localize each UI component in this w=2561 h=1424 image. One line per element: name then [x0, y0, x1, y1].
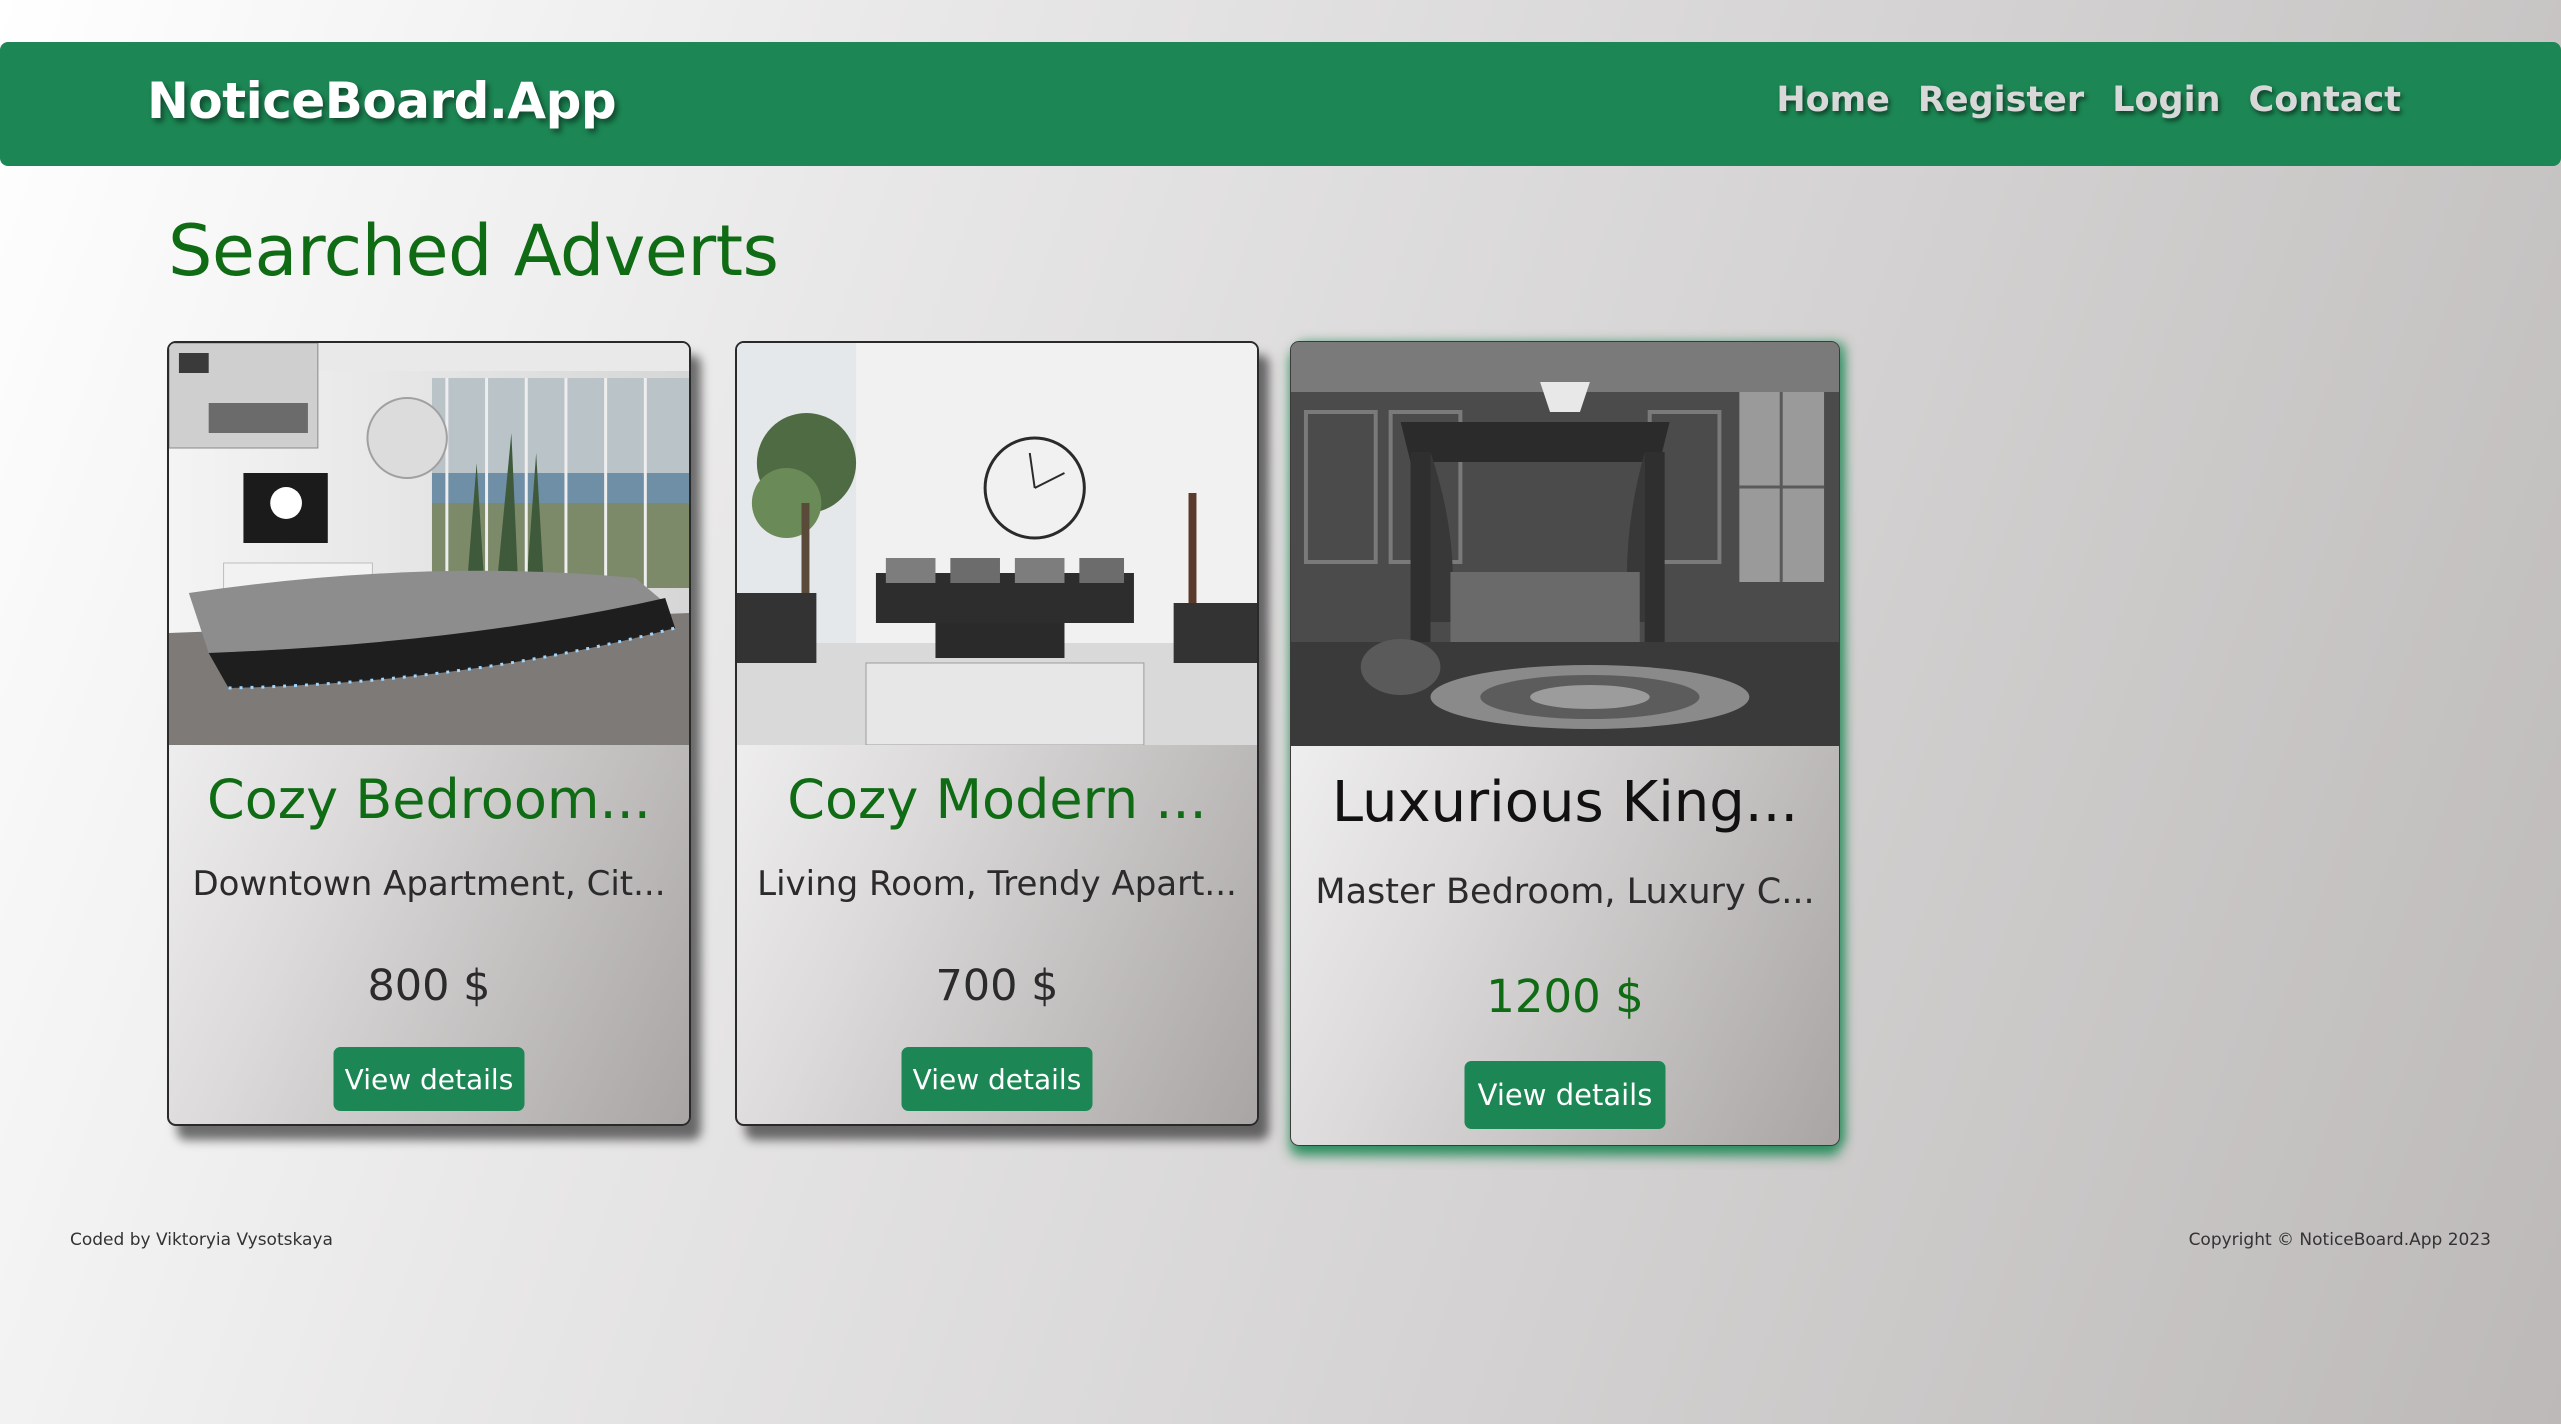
nav-link-login[interactable]: Login [2112, 80, 2220, 120]
advert-image-bedroom[interactable] [169, 343, 689, 745]
footer-copyright: Copyright © NoticeBoard.App 2023 [2188, 1230, 2491, 1250]
advert-price: 800 $ [367, 961, 491, 1011]
nav-link-contact[interactable]: Contact [2249, 80, 2401, 120]
advert-subtitle: Downtown Apartment, Cit... [192, 864, 666, 904]
advert-card: Cozy Modern ... Living Room, Trendy Apar… [735, 341, 1259, 1126]
nav-links: Home Register Login Contact [1776, 80, 2401, 120]
advert-title: Cozy Modern ... [787, 768, 1207, 831]
advert-price: 1200 $ [1486, 970, 1644, 1023]
footer-credit: Coded by Viktoryia Vysotskaya [70, 1230, 333, 1250]
advert-title: Luxurious King... [1331, 770, 1799, 835]
advert-subtitle: Master Bedroom, Luxury C... [1315, 872, 1815, 912]
advert-card: Cozy Bedroom... Downtown Apartment, Cit.… [167, 341, 691, 1126]
advert-image-living-room[interactable] [737, 343, 1257, 745]
view-details-button[interactable]: View details [333, 1047, 525, 1111]
advert-card-highlighted: Luxurious King... Master Bedroom, Luxury… [1290, 341, 1840, 1146]
view-details-button[interactable]: View details [901, 1047, 1093, 1111]
brand-logo[interactable]: NoticeBoard.App [147, 72, 617, 130]
nav-link-register[interactable]: Register [1918, 80, 2084, 120]
advert-title: Cozy Bedroom... [207, 768, 651, 831]
advert-image-canopy-bedroom[interactable] [1291, 342, 1839, 746]
advert-price: 700 $ [935, 961, 1059, 1011]
page-title: Searched Adverts [168, 210, 779, 292]
view-details-button[interactable]: View details [1464, 1061, 1666, 1129]
nav-link-home[interactable]: Home [1776, 80, 1890, 120]
advert-subtitle: Living Room, Trendy Apart... [757, 864, 1237, 904]
navbar: NoticeBoard.App Home Register Login Cont… [0, 42, 2561, 166]
